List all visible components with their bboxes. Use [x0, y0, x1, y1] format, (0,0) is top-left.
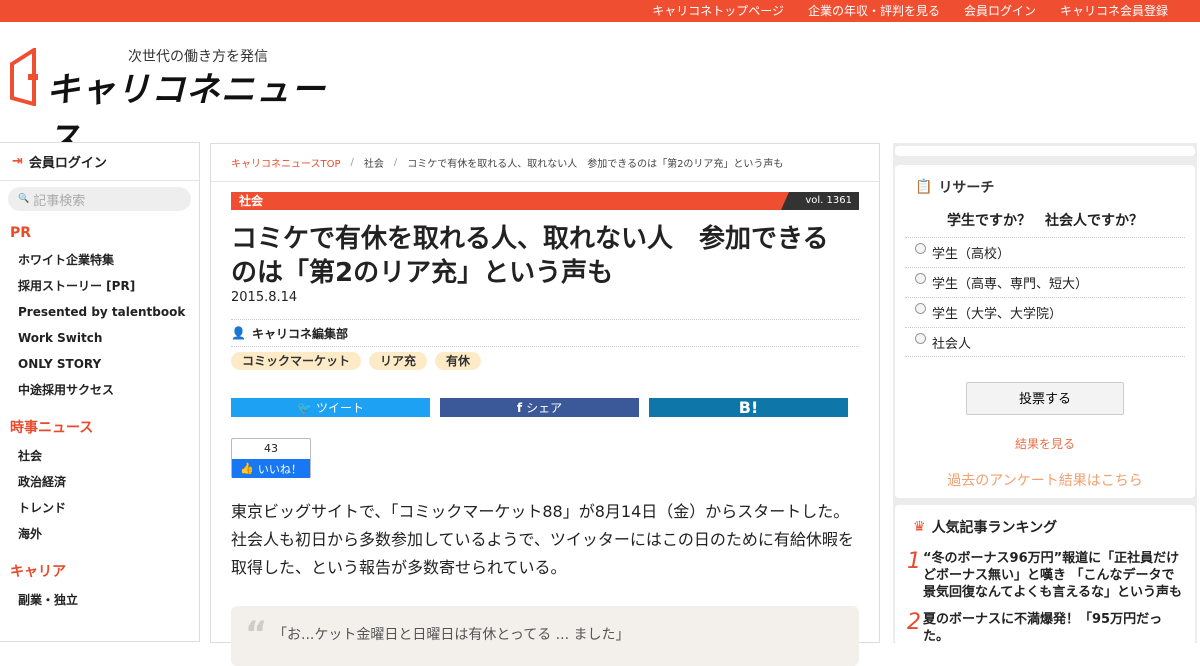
- research-question: 学生ですか？ 社会人ですか？: [947, 213, 1143, 229]
- twitter-icon: 🐦: [297, 400, 312, 415]
- ranking-title: “冬のボーナス96万円”報道に「正社員だけどボーナス無い」と嘆き 「こんなデータ…: [923, 551, 1182, 600]
- top-nav-register-link[interactable]: キャリコネ会員登録: [1060, 0, 1168, 22]
- breadcrumb: キャリコネニュースTOP / 社会 / コミケで有休を取れる人、取れない人 参加…: [211, 144, 879, 182]
- research-heading: 📋 リサーチ: [915, 177, 994, 197]
- sidebar-item[interactable]: 中途採用サクセス: [0, 377, 199, 403]
- research-heading-label: リサーチ: [938, 180, 995, 196]
- top-nav-home-link[interactable]: キャリコネトップページ: [652, 0, 784, 22]
- top-bar: キャリコネトップページ 企業の年収・評判を見る 会員ログイン キャリコネ会員登録: [0, 0, 1200, 22]
- research-option[interactable]: 学生（高専、専門、短大）: [905, 267, 1185, 297]
- tag-item[interactable]: リア充: [369, 352, 428, 370]
- article-author: 👤 キャリコネ編集部: [231, 319, 859, 347]
- top-nav-company-link[interactable]: 企業の年収・評判を見る: [808, 0, 940, 22]
- article-date: 2015.8.14: [231, 290, 298, 305]
- research-panel: 📋 リサーチ 学生ですか？ 社会人ですか？ 学生（高校） 学生（高専、専門、短大…: [895, 165, 1195, 498]
- research-option-label: 学生（高校）: [932, 247, 1011, 262]
- ranking-panel: ♛ 人気記事ランキング 1 “冬のボーナス96万円”報道に「正社員だけどボーナス…: [895, 505, 1195, 645]
- hatena-bookmark-button[interactable]: B!: [649, 398, 848, 417]
- research-option[interactable]: 学生（高校）: [905, 237, 1185, 267]
- ranking-number: 1: [907, 549, 921, 574]
- search-placeholder: 記事検索: [33, 193, 86, 209]
- facebook-icon: f: [516, 400, 523, 415]
- sidebar-item[interactable]: Presented by talentbook: [0, 299, 199, 325]
- ranking-item[interactable]: 1 “冬のボーナス96万円”報道に「正社員だけどボーナス無い」と嘆き 「こんなデ…: [907, 550, 1187, 601]
- right-sidebar: 📋 リサーチ 学生ですか？ 社会人ですか？ 学生（高校） 学生（高専、専門、短大…: [893, 143, 1197, 645]
- sidebar-item[interactable]: ONLY STORY: [0, 351, 199, 377]
- sidebar-section-news[interactable]: 時事ニュース: [0, 417, 199, 437]
- research-option-label: 学生（高専、専門、短大）: [932, 277, 1089, 292]
- top-nav: キャリコネトップページ 企業の年収・評判を見る 会員ログイン キャリコネ会員登録: [652, 0, 1168, 22]
- ranking-heading: ♛ 人気記事ランキング: [913, 517, 1057, 537]
- article-main: キャリコネニュースTOP / 社会 / コミケで有休を取れる人、取れない人 参加…: [210, 143, 880, 666]
- tweet-label: ツイート: [315, 401, 364, 415]
- sidebar-item[interactable]: 採用ストーリー [PR]: [0, 273, 199, 299]
- category-bar: 社会 vol. 1361: [231, 192, 859, 210]
- sidebar-login-label: 会員ログイン: [28, 156, 107, 171]
- category-label[interactable]: 社会: [239, 194, 263, 208]
- article-body: 東京ビッグサイトで、「コミックマーケット88」が8月14日（金）からスタートした…: [231, 502, 854, 577]
- vote-button[interactable]: 投票する: [966, 382, 1124, 415]
- facebook-like-box: 43 👍 いいね！: [231, 438, 311, 478]
- facebook-share-button[interactable]: f シェア: [440, 398, 639, 417]
- sidebar-item[interactable]: 社会: [0, 443, 199, 469]
- breadcrumb-category-link[interactable]: 社会: [364, 155, 384, 170]
- like-count: 43: [264, 442, 278, 455]
- ranking-heading-label: 人気記事ランキング: [931, 520, 1058, 536]
- radio-button[interactable]: [915, 303, 926, 314]
- quote-mark-icon: “: [245, 614, 268, 654]
- sidebar-item[interactable]: 政治経済: [0, 469, 199, 495]
- ranking-number: 2: [907, 610, 921, 635]
- logo-mark-icon: [10, 48, 38, 106]
- past-results-link[interactable]: 過去のアンケート結果はこちら: [895, 470, 1195, 490]
- site-logo[interactable]: 次世代の働き方を発信 キャリコネニュース: [10, 44, 350, 159]
- research-option-label: 社会人: [932, 336, 972, 352]
- sidebar-section-pr: PR: [10, 225, 32, 241]
- hatena-label: B!: [738, 398, 759, 417]
- author-name: キャリコネ編集部: [251, 326, 348, 341]
- tag-list: コミックマーケット リア充 有休: [231, 352, 482, 370]
- volume-badge: vol. 1361: [781, 192, 859, 210]
- breadcrumb-current: コミケで有休を取れる人、取れない人 参加できるのは「第2のリア充」という声も: [407, 159, 784, 170]
- research-option[interactable]: 社会人: [905, 327, 1185, 357]
- sidebar-item[interactable]: トレンド: [0, 495, 199, 521]
- right-top-panel: [895, 146, 1195, 156]
- like-button[interactable]: 👍 いいね！: [232, 459, 310, 478]
- sidebar-item[interactable]: Work Switch: [0, 325, 199, 351]
- clipboard-icon: 📋: [915, 179, 933, 195]
- article-title: コミケで有休を取れる人、取れない人 参加できるのは「第2のリア充」という声も: [231, 224, 829, 288]
- quote-text: 「お...ケット金曜日と日曜日は有休とってる ... ました」: [273, 627, 630, 643]
- tag-item[interactable]: 有休: [435, 352, 482, 370]
- share-buttons: 🐦 ツイート f シェア B!: [231, 398, 848, 417]
- like-label: いいね！: [257, 462, 302, 476]
- tag-item[interactable]: コミックマーケット: [231, 352, 362, 370]
- ranking-title: 夏のボーナスに不満爆発！「95万円だった。: [923, 612, 1163, 644]
- person-icon: 👤: [231, 326, 246, 340]
- top-nav-login-link[interactable]: 会員ログイン: [964, 0, 1036, 22]
- sidebar-login[interactable]: ⇥ 会員ログイン: [0, 143, 199, 181]
- login-icon: ⇥: [12, 154, 23, 169]
- ranking-item[interactable]: 2 夏のボーナスに不満爆発！「95万円だった。: [907, 611, 1187, 645]
- breadcrumb-top-link[interactable]: キャリコネニュースTOP: [231, 155, 341, 170]
- crown-icon: ♛: [913, 519, 926, 535]
- research-option[interactable]: 学生（大学、大学院）: [905, 297, 1185, 327]
- search-input[interactable]: 🔍 記事検索: [8, 187, 191, 211]
- results-link[interactable]: 結果を見る: [895, 435, 1195, 452]
- share-label: シェア: [526, 401, 563, 415]
- sidebar-item[interactable]: 副業・独立: [0, 587, 199, 613]
- tweet-button[interactable]: 🐦 ツイート: [231, 398, 430, 417]
- article-quote: “ 「お...ケット金曜日と日曜日は有休とってる ... ました」: [231, 606, 859, 666]
- research-option-label: 学生（大学、大学院）: [932, 307, 1063, 322]
- radio-button[interactable]: [915, 273, 926, 284]
- left-sidebar: ⇥ 会員ログイン 🔍 記事検索 PR ホワイト企業特集 採用ストーリー [PR]…: [0, 142, 200, 642]
- search-icon: 🔍: [18, 194, 30, 204]
- radio-button[interactable]: [915, 243, 926, 254]
- radio-button[interactable]: [915, 332, 926, 344]
- sidebar-item[interactable]: 海外: [0, 521, 199, 547]
- sidebar-item[interactable]: ホワイト企業特集: [0, 247, 199, 273]
- research-options: 学生（高校） 学生（高専、専門、短大） 学生（大学、大学院） 社会人: [905, 237, 1185, 357]
- sidebar-section-career[interactable]: キャリア: [0, 561, 199, 581]
- thumbs-up-icon: 👍: [240, 462, 254, 475]
